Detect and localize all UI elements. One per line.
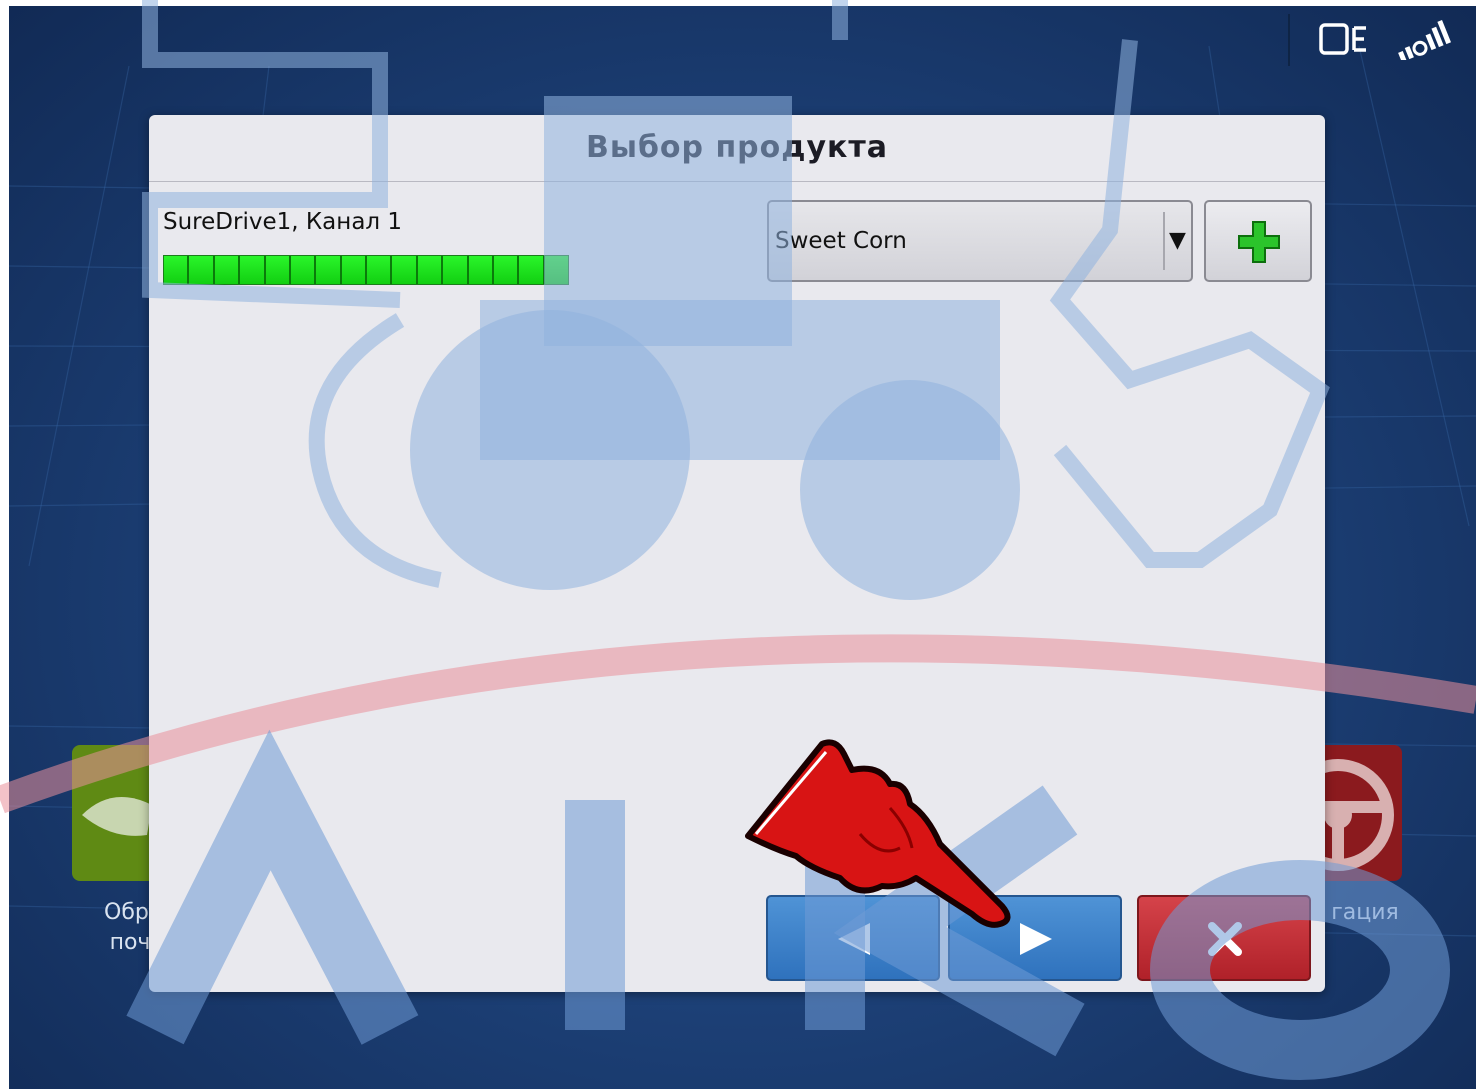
section-segment — [493, 256, 520, 284]
section-segment — [316, 256, 342, 284]
product-selection-dialog: Выбор продукта SureDrive1, Канал 1 Sweet… — [149, 115, 1325, 992]
previous-button[interactable] — [766, 895, 940, 981]
section-segment — [417, 256, 444, 284]
section-segment — [164, 256, 190, 284]
section-segment — [367, 256, 393, 284]
product-select[interactable]: Sweet Corn ▼ — [767, 200, 1193, 282]
arrow-right-icon — [1020, 923, 1052, 955]
plus-icon — [1238, 221, 1280, 263]
section-segment — [290, 256, 317, 284]
section-segment — [265, 256, 291, 284]
channel-section-bar — [163, 255, 569, 285]
section-segment — [341, 256, 367, 284]
add-product-button[interactable] — [1204, 200, 1312, 282]
chevron-down-icon[interactable]: ▼ — [1169, 202, 1186, 280]
channel-label: SureDrive1, Канал 1 — [163, 209, 403, 235]
section-segment — [468, 256, 494, 284]
section-segment — [443, 256, 469, 284]
title-divider — [149, 181, 1325, 182]
status-separator — [1288, 14, 1290, 66]
status-icons — [1318, 20, 1458, 64]
close-icon — [1208, 922, 1242, 956]
arrow-left-icon — [838, 923, 870, 955]
display-module-icon[interactable] — [1318, 20, 1378, 64]
dialog-title: Выбор продукта — [585, 130, 889, 165]
product-select-value: Sweet Corn — [775, 228, 907, 254]
cancel-button[interactable] — [1137, 895, 1311, 981]
gps-signal-icon[interactable] — [1392, 20, 1458, 64]
section-segment — [392, 256, 418, 284]
section-segment — [189, 256, 215, 284]
section-segment — [519, 256, 545, 284]
select-arrow-separator — [1163, 212, 1165, 270]
section-segment — [214, 256, 241, 284]
section-segment — [240, 256, 266, 284]
next-button[interactable] — [948, 895, 1122, 981]
section-segment — [544, 256, 568, 284]
